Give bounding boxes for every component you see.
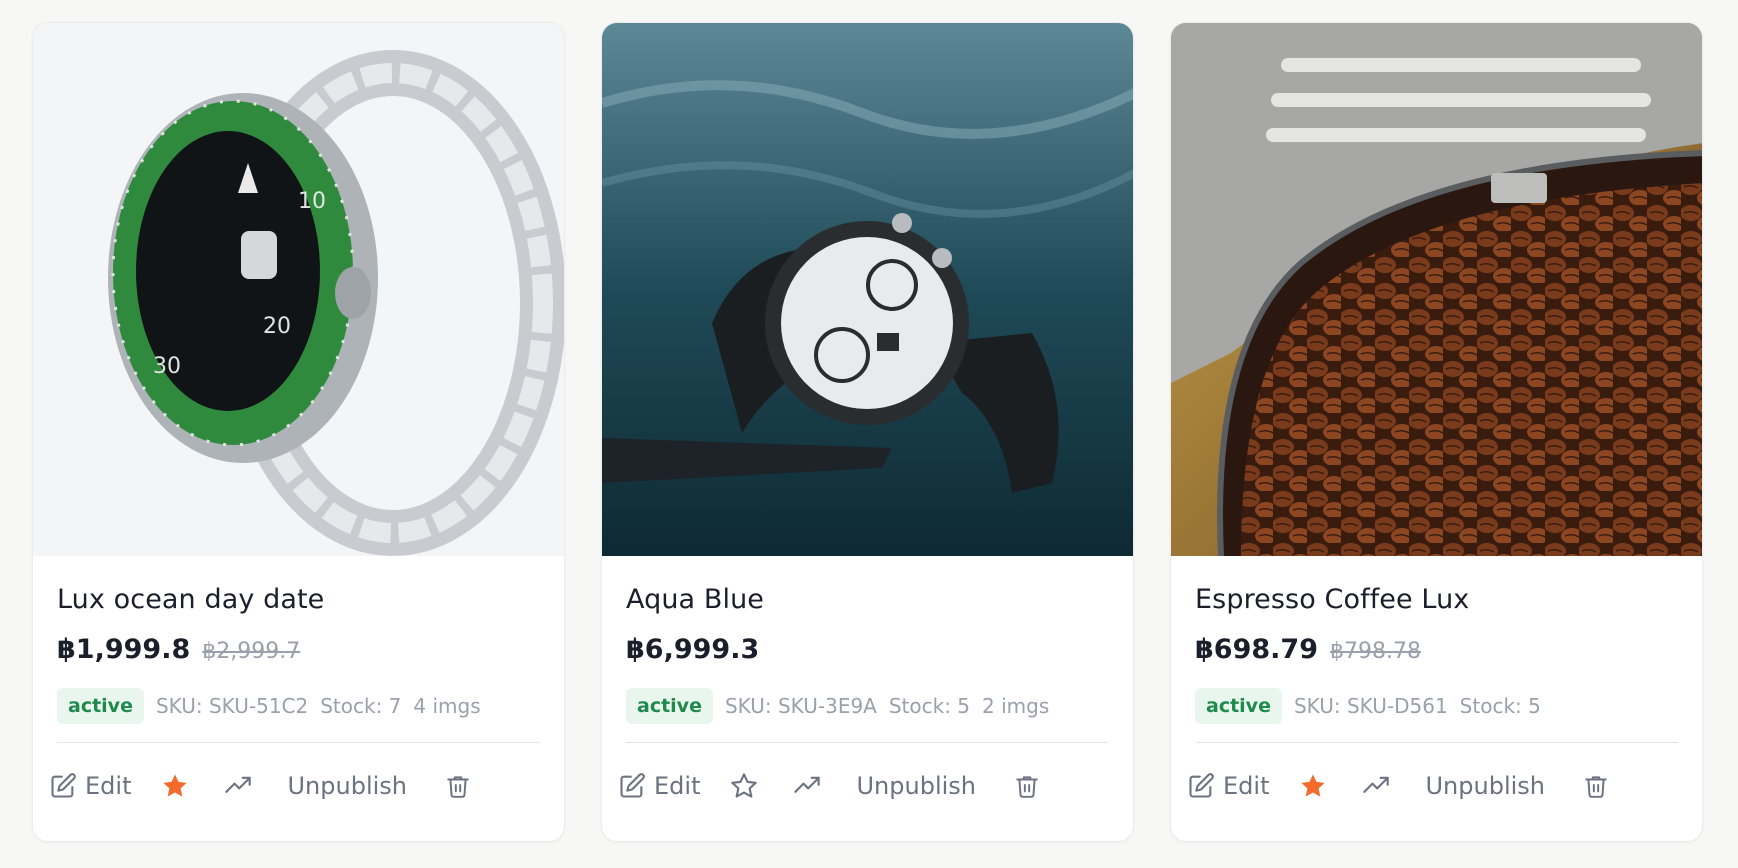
product-title: Espresso Coffee Lux (1195, 584, 1470, 615)
svg-text:20: 20 (263, 314, 291, 339)
image-count-text: 4 imgs (413, 694, 481, 718)
product-price: ฿6,999.3 (626, 634, 760, 665)
delete-button[interactable] (1583, 773, 1609, 799)
edit-button[interactable]: Edit (618, 772, 700, 800)
svg-text:10: 10 (298, 189, 326, 214)
product-old-price: ฿798.78 (1329, 639, 1421, 664)
image-count-text: 2 imgs (982, 694, 1050, 718)
edit-icon (1187, 772, 1215, 800)
unpublish-label: Unpublish (856, 772, 976, 800)
delete-button[interactable] (1014, 773, 1040, 799)
unpublish-label: Unpublish (1425, 772, 1545, 800)
analytics-button[interactable] (223, 772, 253, 800)
edit-button[interactable]: Edit (1187, 772, 1269, 800)
card-actions: Edit Unpublish (602, 743, 1133, 829)
trash-icon (445, 773, 471, 799)
feature-toggle-button[interactable] (1299, 772, 1327, 800)
product-old-price: ฿2,999.7 (202, 639, 301, 664)
product-grid: 30 20 10 Lux ocean day date ฿1,999.8 ฿2,… (32, 22, 1703, 842)
edit-icon (618, 772, 646, 800)
unpublish-button[interactable]: Unpublish (856, 772, 976, 800)
unpublish-button[interactable]: Unpublish (1425, 772, 1545, 800)
status-badge: active (1195, 688, 1282, 724)
stock-text: Stock: 5 (888, 694, 971, 718)
delete-button[interactable] (445, 773, 471, 799)
svg-text:30: 30 (153, 354, 181, 379)
trending-up-icon (792, 772, 822, 800)
status-badge: active (626, 688, 713, 724)
sku-text: SKU: SKU-3E9A (724, 694, 877, 718)
trash-icon (1014, 773, 1040, 799)
analytics-button[interactable] (1361, 772, 1391, 800)
product-title: Aqua Blue (626, 584, 765, 615)
analytics-button[interactable] (792, 772, 822, 800)
product-image[interactable] (1171, 23, 1702, 556)
edit-button[interactable]: Edit (49, 772, 131, 800)
edit-label: Edit (1223, 772, 1270, 800)
trash-icon (1583, 773, 1609, 799)
sku-text: SKU: SKU-D561 (1293, 694, 1448, 718)
edit-label: Edit (85, 772, 132, 800)
sku-text: SKU: SKU-51C2 (155, 694, 309, 718)
edit-label: Edit (654, 772, 701, 800)
product-card: Aqua Blue ฿6,999.3 active SKU: SKU-3E9A … (601, 22, 1134, 842)
card-actions: Edit Unpublish (1171, 743, 1702, 829)
star-filled-icon (161, 772, 189, 800)
product-title: Lux ocean day date (57, 584, 325, 615)
card-actions: Edit Unpublish (33, 743, 564, 829)
feature-toggle-button[interactable] (161, 772, 189, 800)
unpublish-label: Unpublish (287, 772, 407, 800)
feature-toggle-button[interactable] (730, 772, 758, 800)
star-outline-icon (730, 772, 758, 800)
product-card: 30 20 10 Lux ocean day date ฿1,999.8 ฿2,… (32, 22, 565, 842)
status-badge: active (57, 688, 144, 724)
product-card: Espresso Coffee Lux ฿698.79 ฿798.78 acti… (1170, 22, 1703, 842)
product-image[interactable] (602, 23, 1133, 556)
trending-up-icon (223, 772, 253, 800)
product-price: ฿1,999.8 (57, 634, 191, 665)
unpublish-button[interactable]: Unpublish (287, 772, 407, 800)
product-price: ฿698.79 (1195, 634, 1318, 665)
star-filled-icon (1299, 772, 1327, 800)
stock-text: Stock: 7 (320, 694, 402, 718)
stock-text: Stock: 5 (1459, 694, 1541, 718)
edit-icon (49, 772, 77, 800)
product-image[interactable]: 30 20 10 (33, 23, 564, 556)
trending-up-icon (1361, 772, 1391, 800)
